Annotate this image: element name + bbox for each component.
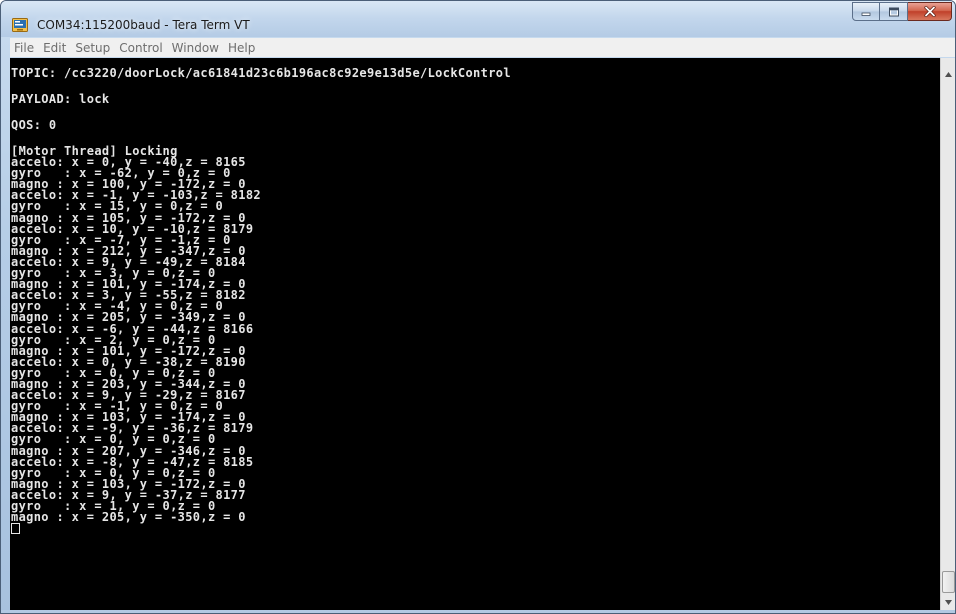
caption-buttons: [852, 2, 952, 22]
title-bar[interactable]: COM34:115200baud - Tera Term VT: [1, 1, 955, 37]
tera-term-app-icon[interactable]: [12, 17, 28, 32]
terminal-window: COM34:115200baud - Tera Term VT File Edi…: [0, 0, 956, 614]
minimize-button[interactable]: [852, 2, 880, 21]
terminal-line: PAYLOAD: lock: [11, 92, 110, 106]
menu-bar: File Edit Setup Control Window Help: [10, 38, 955, 57]
menu-window[interactable]: Window: [168, 41, 224, 55]
scrollbar-thumb[interactable]: [942, 571, 955, 593]
scroll-down-arrow-icon[interactable]: [941, 594, 955, 610]
terminal-cursor: [11, 523, 20, 535]
menu-control[interactable]: Control: [115, 41, 167, 55]
terminal-line: magno : x = 205, y = -350,z = 0: [11, 510, 246, 525]
menu-edit[interactable]: Edit: [39, 41, 71, 55]
terminal-line: TOPIC: /cc3220/doorLock/ac61841d23c6b196…: [11, 66, 511, 80]
menu-help[interactable]: Help: [224, 41, 260, 55]
maximize-button[interactable]: [880, 2, 908, 21]
terminal-line: QOS: 0: [11, 118, 57, 132]
terminal-output[interactable]: TOPIC: /cc3220/doorLock/ac61841d23c6b196…: [10, 58, 940, 610]
close-button[interactable]: [908, 2, 952, 21]
minimize-icon: [853, 3, 879, 20]
window-title: COM34:115200baud - Tera Term VT: [37, 18, 250, 32]
menu-file[interactable]: File: [10, 41, 39, 55]
terminal-cursor-line: [11, 523, 940, 535]
close-icon: [908, 3, 951, 20]
menu-setup[interactable]: Setup: [71, 41, 115, 55]
window-bottom-frame: [1, 610, 955, 613]
maximize-icon: [880, 3, 907, 20]
vertical-scrollbar[interactable]: [940, 58, 955, 610]
scroll-up-arrow-icon[interactable]: [941, 66, 955, 82]
